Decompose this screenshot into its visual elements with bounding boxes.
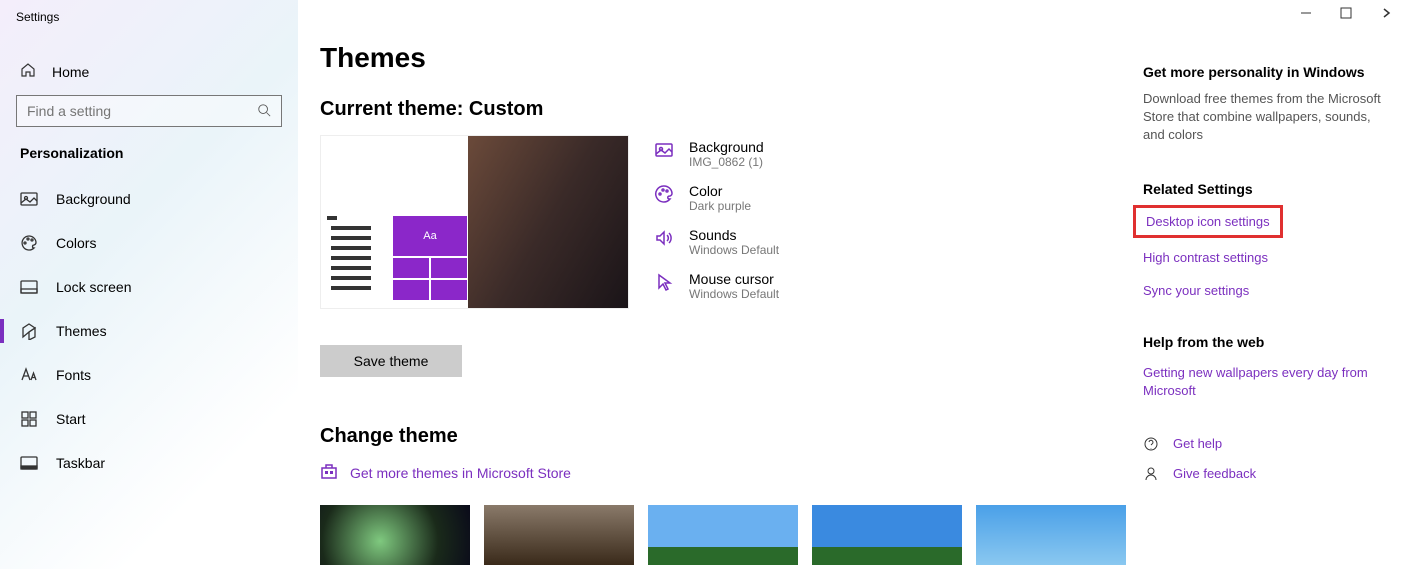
window-controls (1299, 6, 1393, 20)
prop-label: Color (689, 183, 751, 199)
taskbar-icon (20, 454, 38, 472)
prop-background[interactable]: BackgroundIMG_0862 (1) (653, 139, 1143, 169)
store-icon (320, 462, 338, 483)
nav-label: Fonts (56, 367, 91, 383)
theme-thumb[interactable] (648, 505, 798, 565)
picture-icon (20, 190, 38, 208)
link-sync-settings[interactable]: Sync your settings (1143, 283, 1383, 298)
save-theme-button[interactable]: Save theme (320, 345, 462, 377)
sidebar-item-colors[interactable]: Colors (0, 221, 298, 265)
feedback-row[interactable]: Give feedback (1143, 466, 1383, 482)
fonts-icon (20, 366, 38, 384)
cursor-icon (653, 271, 675, 293)
page-title: Themes (320, 42, 1143, 74)
prop-label: Background (689, 139, 764, 155)
home-label: Home (52, 64, 89, 80)
window-title: Settings (16, 10, 59, 24)
sidebar-item-themes[interactable]: Themes (0, 309, 298, 353)
sound-icon (653, 227, 675, 249)
more-title: Get more personality in Windows (1143, 64, 1383, 80)
sidebar-item-taskbar[interactable]: Taskbar (0, 441, 298, 485)
nav-label: Lock screen (56, 279, 131, 295)
get-help-label: Get help (1173, 436, 1222, 451)
nav-label: Colors (56, 235, 96, 251)
prop-sub: Dark purple (689, 199, 751, 213)
main-content: Themes Current theme: Custom Aa Backgrou… (320, 42, 1143, 569)
palette-icon (653, 183, 675, 205)
related-title: Related Settings (1143, 181, 1383, 197)
palette-icon (20, 234, 38, 252)
feedback-label: Give feedback (1173, 466, 1256, 481)
link-help-wallpapers[interactable]: Getting new wallpapers every day from Mi… (1143, 364, 1383, 400)
theme-thumb[interactable] (976, 505, 1126, 565)
sidebar-item-fonts[interactable]: Fonts (0, 353, 298, 397)
picture-icon (653, 139, 675, 161)
store-link[interactable]: Get more themes in Microsoft Store (320, 462, 1143, 483)
prop-label: Sounds (689, 227, 779, 243)
feedback-icon (1143, 466, 1159, 482)
home-icon (20, 62, 36, 81)
more-body: Download free themes from the Microsoft … (1143, 90, 1383, 145)
sidebar-item-start[interactable]: Start (0, 397, 298, 441)
link-high-contrast[interactable]: High contrast settings (1143, 250, 1383, 265)
next-button[interactable] (1379, 6, 1393, 20)
theme-thumb[interactable] (484, 505, 634, 565)
lockscreen-icon (20, 278, 38, 296)
nav-label: Start (56, 411, 86, 427)
prop-color[interactable]: ColorDark purple (653, 183, 1143, 213)
home-nav[interactable]: Home (20, 62, 298, 81)
prop-sub: Windows Default (689, 243, 779, 257)
prop-sub: Windows Default (689, 287, 779, 301)
prop-sounds[interactable]: SoundsWindows Default (653, 227, 1143, 257)
sidebar: Settings Home Personalization Background… (0, 0, 298, 569)
get-help-row[interactable]: Get help (1143, 436, 1383, 452)
search-icon (257, 103, 271, 120)
theme-preview[interactable]: Aa (320, 135, 629, 309)
search-input[interactable] (27, 103, 257, 119)
theme-thumbnails (320, 505, 1143, 565)
sidebar-item-lockscreen[interactable]: Lock screen (0, 265, 298, 309)
help-icon (1143, 436, 1159, 452)
sidebar-item-background[interactable]: Background (0, 177, 298, 221)
nav-label: Background (56, 191, 131, 207)
minimize-button[interactable] (1299, 6, 1313, 20)
prop-cursor[interactable]: Mouse cursorWindows Default (653, 271, 1143, 301)
right-pane: Get more personality in Windows Download… (1143, 42, 1403, 569)
theme-thumb[interactable] (812, 505, 962, 565)
prop-label: Mouse cursor (689, 271, 779, 287)
current-theme-label: Current theme: Custom (320, 98, 1143, 121)
nav-label: Themes (56, 323, 107, 339)
maximize-button[interactable] (1339, 6, 1353, 20)
change-theme-label: Change theme (320, 425, 1143, 448)
category-label: Personalization (20, 145, 298, 161)
start-icon (20, 410, 38, 428)
link-desktop-icon-settings[interactable]: Desktop icon settings (1133, 205, 1283, 238)
prop-sub: IMG_0862 (1) (689, 155, 764, 169)
help-title: Help from the web (1143, 334, 1383, 350)
theme-thumb[interactable] (320, 505, 470, 565)
search-box[interactable] (16, 95, 282, 127)
store-link-label: Get more themes in Microsoft Store (350, 465, 571, 481)
nav-label: Taskbar (56, 455, 105, 471)
themes-icon (20, 322, 38, 340)
